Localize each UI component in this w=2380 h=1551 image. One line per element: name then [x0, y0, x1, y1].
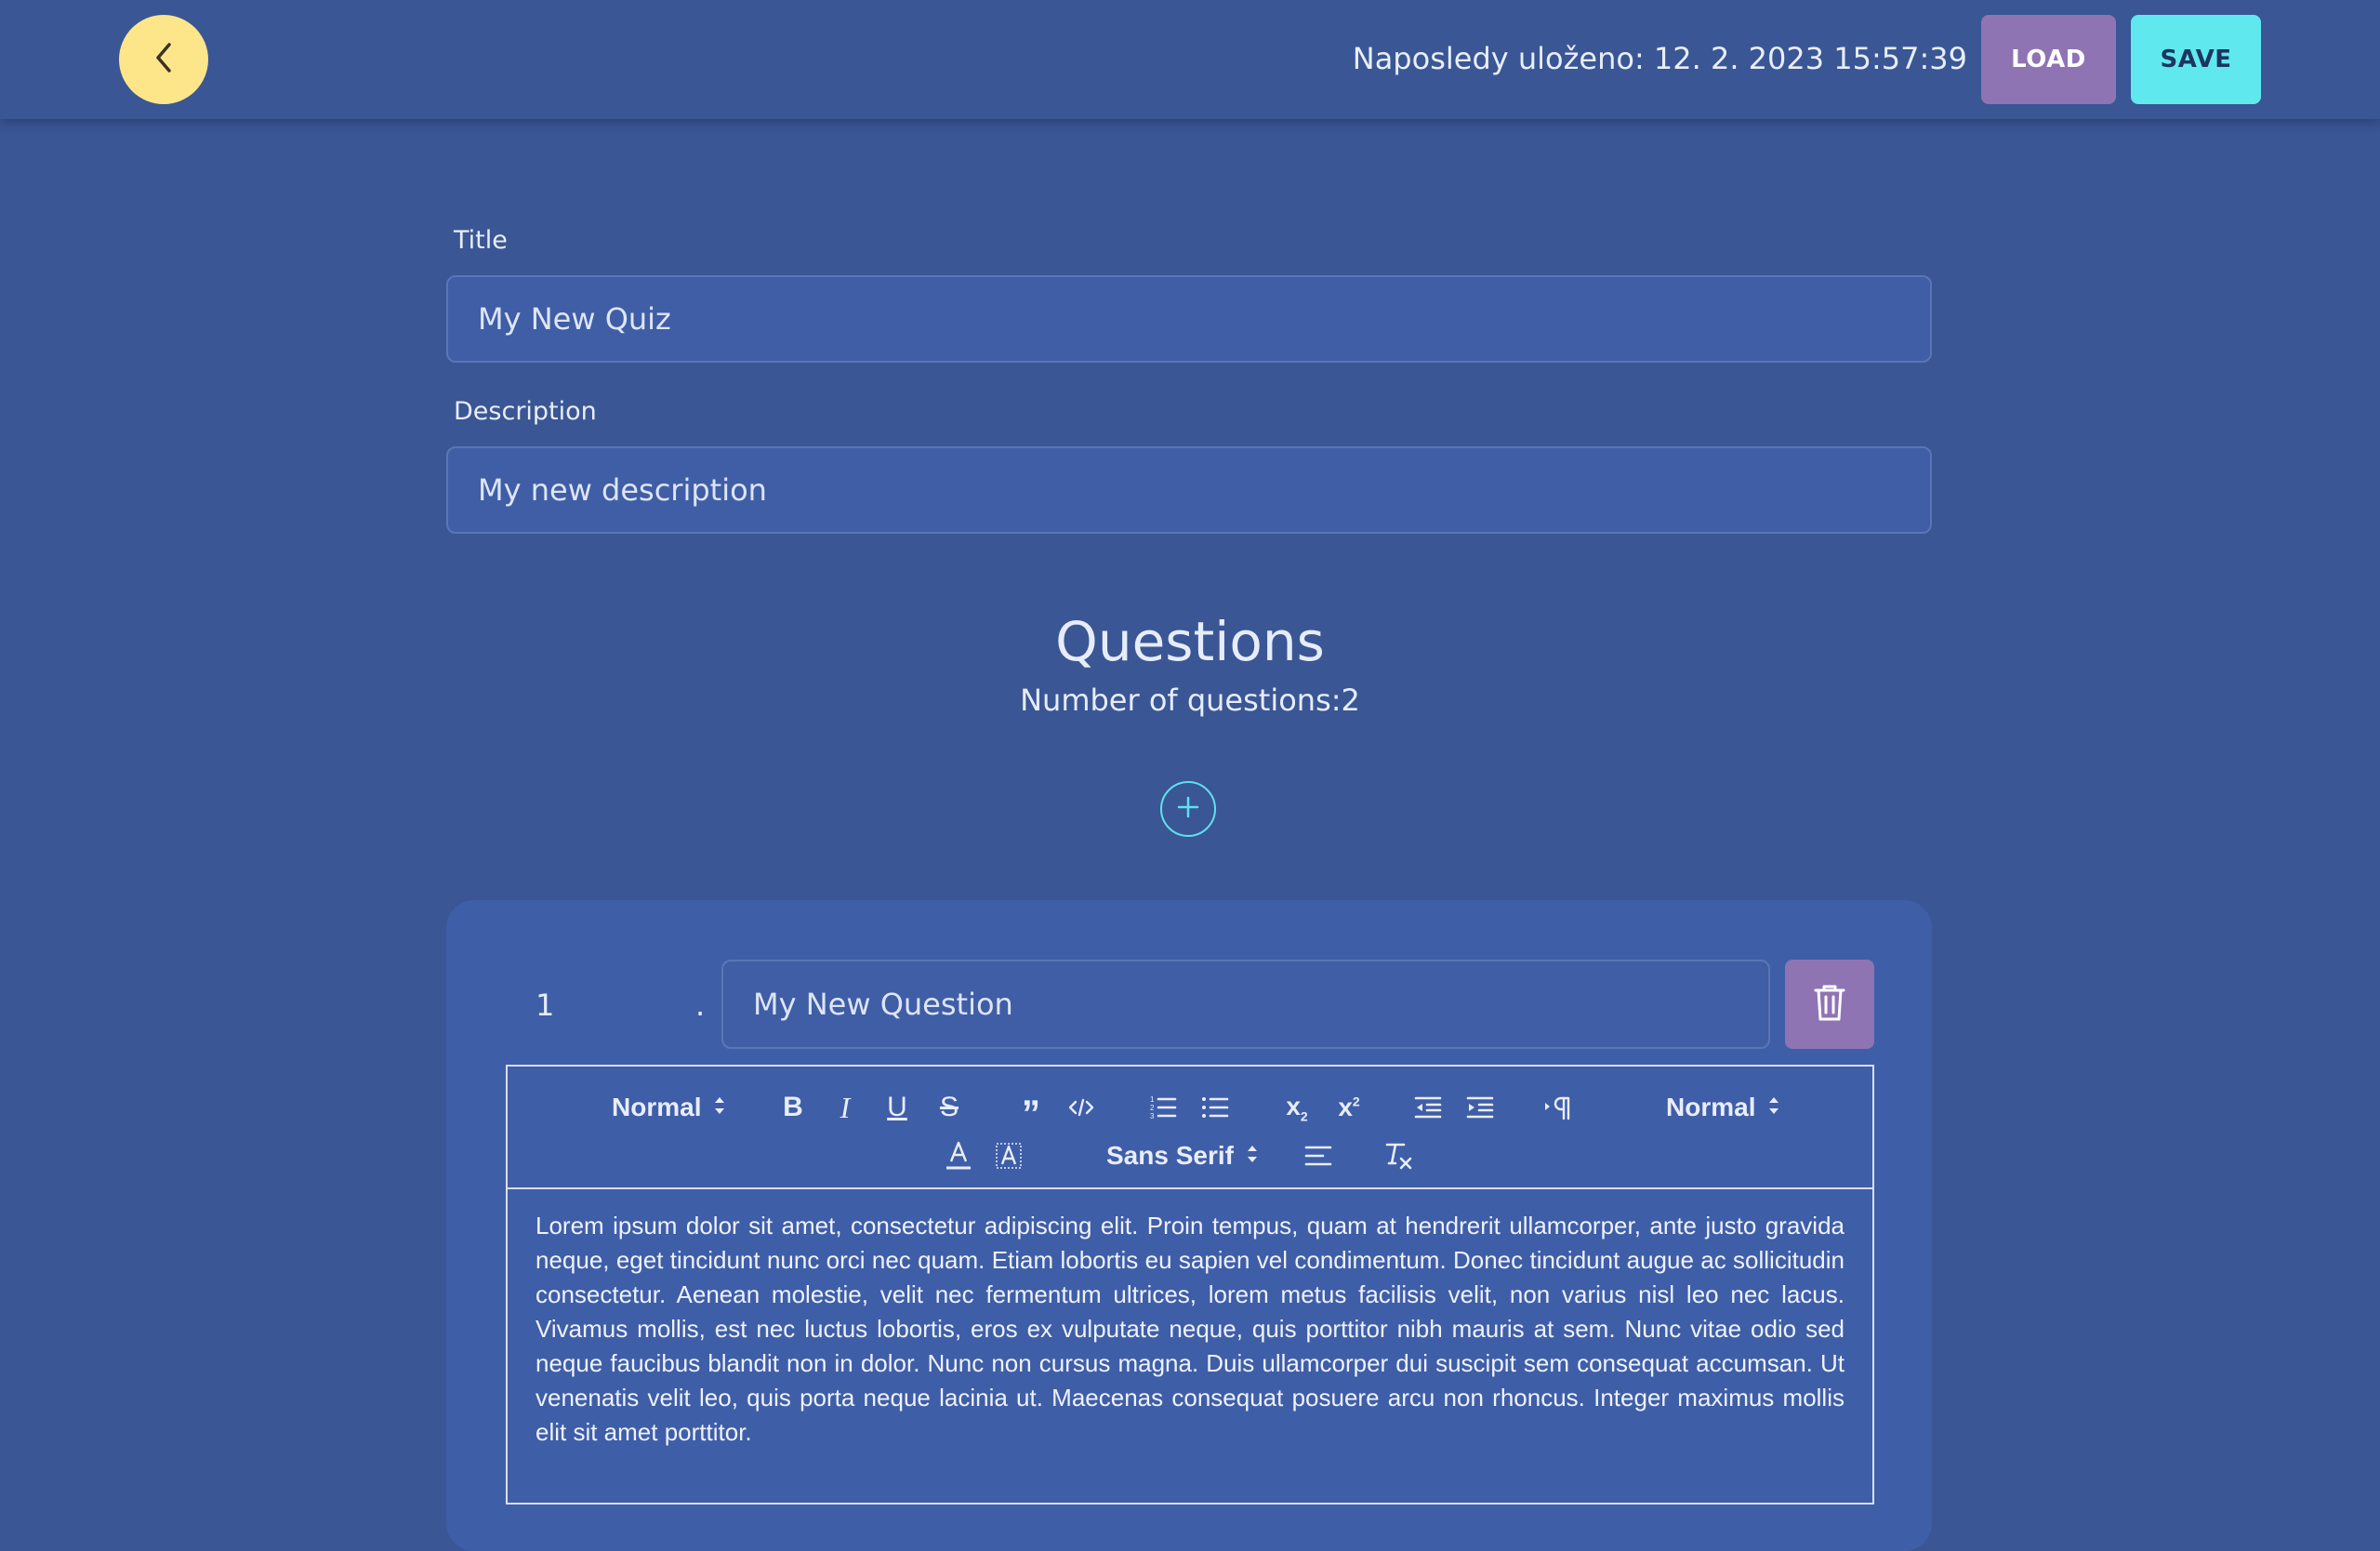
questions-heading: Questions: [1055, 610, 1325, 673]
code-icon[interactable]: [1065, 1089, 1097, 1126]
chevron-left-icon: [151, 39, 177, 80]
back-button[interactable]: [119, 15, 208, 104]
delete-question-button[interactable]: [1785, 960, 1874, 1049]
svg-text:3: 3: [1150, 1112, 1155, 1120]
updown-icon: [1247, 1141, 1258, 1171]
bullet-list-icon[interactable]: [1199, 1089, 1231, 1126]
updown-icon: [1768, 1093, 1779, 1122]
question-body-text: Lorem ipsum dolor sit amet, consectetur …: [536, 1212, 1844, 1446]
question-title-input[interactable]: My New Question: [721, 960, 1770, 1049]
question-body-editor[interactable]: Lorem ipsum dolor sit amet, consectetur …: [506, 1188, 1874, 1505]
ordered-list-icon[interactable]: 1 2 3: [1147, 1089, 1179, 1126]
clear-format-icon[interactable]: [1382, 1137, 1415, 1174]
title-input[interactable]: My New Quiz: [446, 275, 1932, 363]
svg-text:2: 2: [1150, 1104, 1155, 1112]
direction-icon[interactable]: [1541, 1089, 1575, 1126]
title-label: Title: [454, 226, 508, 255]
trash-icon: [1811, 982, 1848, 1027]
editor-toolbar: Normal B I U S ” 1 2 3 x2 x2 Normal Sans…: [506, 1065, 1874, 1189]
description-label: Description: [454, 397, 597, 426]
question-number-separator: .: [695, 988, 706, 1023]
superscript-icon[interactable]: x2: [1331, 1089, 1367, 1126]
text-color-icon[interactable]: [943, 1137, 974, 1174]
header-select[interactable]: Normal: [612, 1089, 725, 1126]
indent-icon[interactable]: [1463, 1089, 1497, 1126]
svg-text:1: 1: [1150, 1095, 1155, 1104]
save-button[interactable]: SAVE: [2131, 15, 2261, 104]
last-saved-status: Naposledy uloženo: 12. 2. 2023 15:57:39: [1352, 41, 1967, 76]
font-select[interactable]: Sans Serif: [1106, 1137, 1258, 1174]
plus-icon: [1176, 795, 1200, 823]
description-input[interactable]: My new description: [446, 446, 1932, 534]
updown-icon: [714, 1093, 725, 1122]
italic-icon[interactable]: I: [829, 1089, 861, 1126]
underline-icon[interactable]: U: [881, 1089, 913, 1126]
top-bar: Naposledy uloženo: 12. 2. 2023 15:57:39 …: [0, 0, 2380, 119]
load-button[interactable]: LOAD: [1981, 15, 2116, 104]
header-select-value: Normal: [612, 1093, 702, 1121]
add-question-button[interactable]: [1160, 781, 1216, 837]
bold-icon[interactable]: B: [777, 1089, 809, 1126]
size-select-value: Normal: [1666, 1093, 1756, 1121]
background-color-icon[interactable]: [993, 1137, 1025, 1174]
subscript-icon[interactable]: x2: [1279, 1089, 1315, 1126]
strike-icon[interactable]: S: [933, 1089, 965, 1126]
outdent-icon[interactable]: [1411, 1089, 1445, 1126]
blockquote-icon[interactable]: ”: [1015, 1089, 1047, 1134]
size-select[interactable]: Normal: [1666, 1089, 1779, 1126]
question-number: 1: [536, 988, 555, 1023]
font-select-value: Sans Serif: [1106, 1141, 1234, 1170]
align-icon[interactable]: [1302, 1137, 1335, 1174]
question-count: Number of questions:2: [1020, 683, 1360, 718]
